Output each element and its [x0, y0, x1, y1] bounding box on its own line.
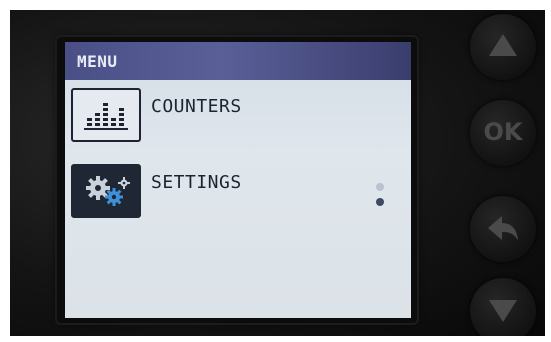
menu-item-label-settings: SETTINGS	[151, 172, 242, 193]
up-button[interactable]	[470, 14, 536, 80]
menu-titlebar: MENU	[65, 42, 411, 80]
menu-item-counters[interactable]: COUNTERS	[71, 88, 391, 142]
lcd-screen: MENU COUNTERS SETTINGS	[65, 42, 411, 318]
down-button[interactable]	[470, 278, 536, 336]
menu-title: MENU	[77, 52, 118, 71]
ok-button-label: OK	[483, 118, 523, 146]
menu-item-label-counters: COUNTERS	[151, 96, 242, 117]
device-panel: MENU COUNTERS SETTINGS OK	[10, 10, 545, 336]
bar-chart-icon	[71, 88, 141, 142]
back-button[interactable]	[470, 196, 536, 262]
back-arrow-icon	[488, 216, 518, 240]
scroll-dot-active	[376, 198, 384, 206]
menu-item-settings[interactable]: SETTINGS	[71, 164, 391, 218]
arrow-down-icon	[489, 300, 517, 322]
scroll-dot-inactive	[376, 183, 384, 191]
arrow-up-icon	[489, 34, 517, 56]
scroll-indicator	[376, 183, 386, 213]
ok-button[interactable]: OK	[470, 100, 536, 166]
gears-icon	[71, 164, 141, 218]
